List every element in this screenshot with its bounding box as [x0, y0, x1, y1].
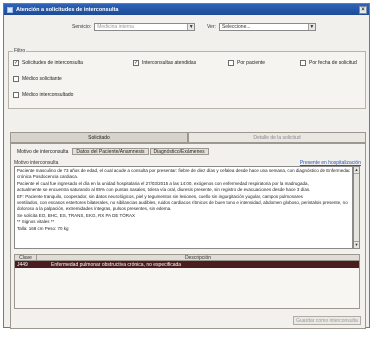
chevron-down-icon[interactable]: ▼: [307, 24, 315, 30]
filter-attended[interactable]: ✓ Interconsultas atendidas: [133, 60, 196, 66]
reason-textarea[interactable]: Paciente masculino de 73 años de edad, e…: [14, 166, 353, 249]
filter-label: Solicitudes de interconsulta: [22, 60, 83, 66]
filter-requests[interactable]: ✓ Solicitudes de interconsulta: [13, 60, 83, 66]
title-bar: Atención a solicitudes de interconsulta …: [4, 4, 369, 15]
service-value: Medicina interna: [97, 24, 134, 30]
checkbox[interactable]: ✓: [133, 60, 139, 66]
note-line: Talla: 168 cm Peso: 70 kg: [17, 225, 69, 231]
row-code: J449: [17, 261, 28, 268]
row-description: Enfermedad pulmonar obstructiva crónica,…: [51, 261, 182, 268]
note-line: actualmente se encuentra saturando al 85…: [17, 187, 311, 193]
filter-label: Interconsultas atendidas: [142, 60, 197, 66]
filter-label: Por fecha de solicitud: [309, 60, 357, 66]
diagnosis-table: Clave Descripción J449 Enfermedad pulmon…: [14, 254, 360, 309]
view-value: Seleccione...: [221, 24, 251, 30]
checkbox[interactable]: [228, 60, 234, 66]
filter-date[interactable]: Por fecha de solicitud: [300, 60, 357, 66]
textarea-scrollbar[interactable]: ▲ ▼: [353, 166, 360, 249]
close-button[interactable]: ×: [359, 5, 367, 14]
scroll-down-icon[interactable]: ▼: [354, 241, 359, 248]
view-label: Ver:: [207, 24, 216, 30]
service-select[interactable]: Medicina interna ▼: [94, 23, 196, 31]
col-code[interactable]: Clave: [15, 255, 37, 261]
col-description[interactable]: Descripción: [37, 255, 359, 261]
checkbox[interactable]: [13, 92, 19, 98]
view-row: Ver: Seleccione... ▼: [207, 23, 316, 31]
filter-label: Médico solicitante: [22, 76, 62, 82]
service-row: Servicio: Medicina interna ▼: [72, 23, 196, 31]
filter-patient[interactable]: Por paciente: [228, 60, 265, 66]
checkbox[interactable]: [300, 60, 306, 66]
filters-group: Filtro ✓ Solicitudes de interconsulta ✓ …: [8, 48, 366, 109]
interconsult-window: Atención a solicitudes de interconsulta …: [3, 3, 370, 329]
table-row[interactable]: J449 Enfermedad pulmonar obstructiva cró…: [15, 261, 359, 268]
subtab-patient-data[interactable]: Datos del Paciente/Anamnesis: [72, 148, 149, 155]
subtab-diagnosis[interactable]: Diagnóstico/Exámenes: [149, 148, 209, 155]
tab-request-detail[interactable]: Detalle de la solicitud: [188, 132, 366, 143]
subtabs: Motivo de interconsulta Datos del Pacien…: [14, 148, 210, 155]
tab-requested[interactable]: Solicitado: [10, 132, 188, 143]
table-body: J449 Enfermedad pulmonar obstructiva cró…: [14, 261, 360, 309]
app-icon: [7, 6, 13, 13]
checkbox[interactable]: ✓: [13, 60, 19, 66]
service-label: Servicio:: [72, 24, 92, 30]
filters-legend: Filtro: [13, 48, 27, 54]
save-as-interconsult-button[interactable]: Guardar como interconsulta: [293, 316, 361, 325]
table-header: Clave Descripción: [14, 254, 360, 261]
filter-label: Médico interconsultado: [22, 92, 74, 98]
detail-panel: Motivo de interconsulta Datos del Pacien…: [10, 143, 366, 329]
subtab-label: Motivo de interconsulta: [17, 148, 69, 155]
main-tabs: Solicitado Detalle de la solicitud: [10, 132, 366, 143]
window-title: Atención a solicitudes de interconsulta: [16, 6, 119, 13]
chevron-down-icon[interactable]: ▼: [187, 24, 195, 30]
filter-label: Por paciente: [237, 60, 266, 66]
checkbox[interactable]: [13, 76, 19, 82]
filter-requesting-doctor[interactable]: Médico solicitante: [13, 76, 62, 82]
scroll-up-icon[interactable]: ▲: [354, 167, 359, 174]
filter-consulted-doctor[interactable]: Médico interconsultado: [13, 92, 73, 98]
view-select[interactable]: Seleccione... ▼: [218, 23, 316, 31]
